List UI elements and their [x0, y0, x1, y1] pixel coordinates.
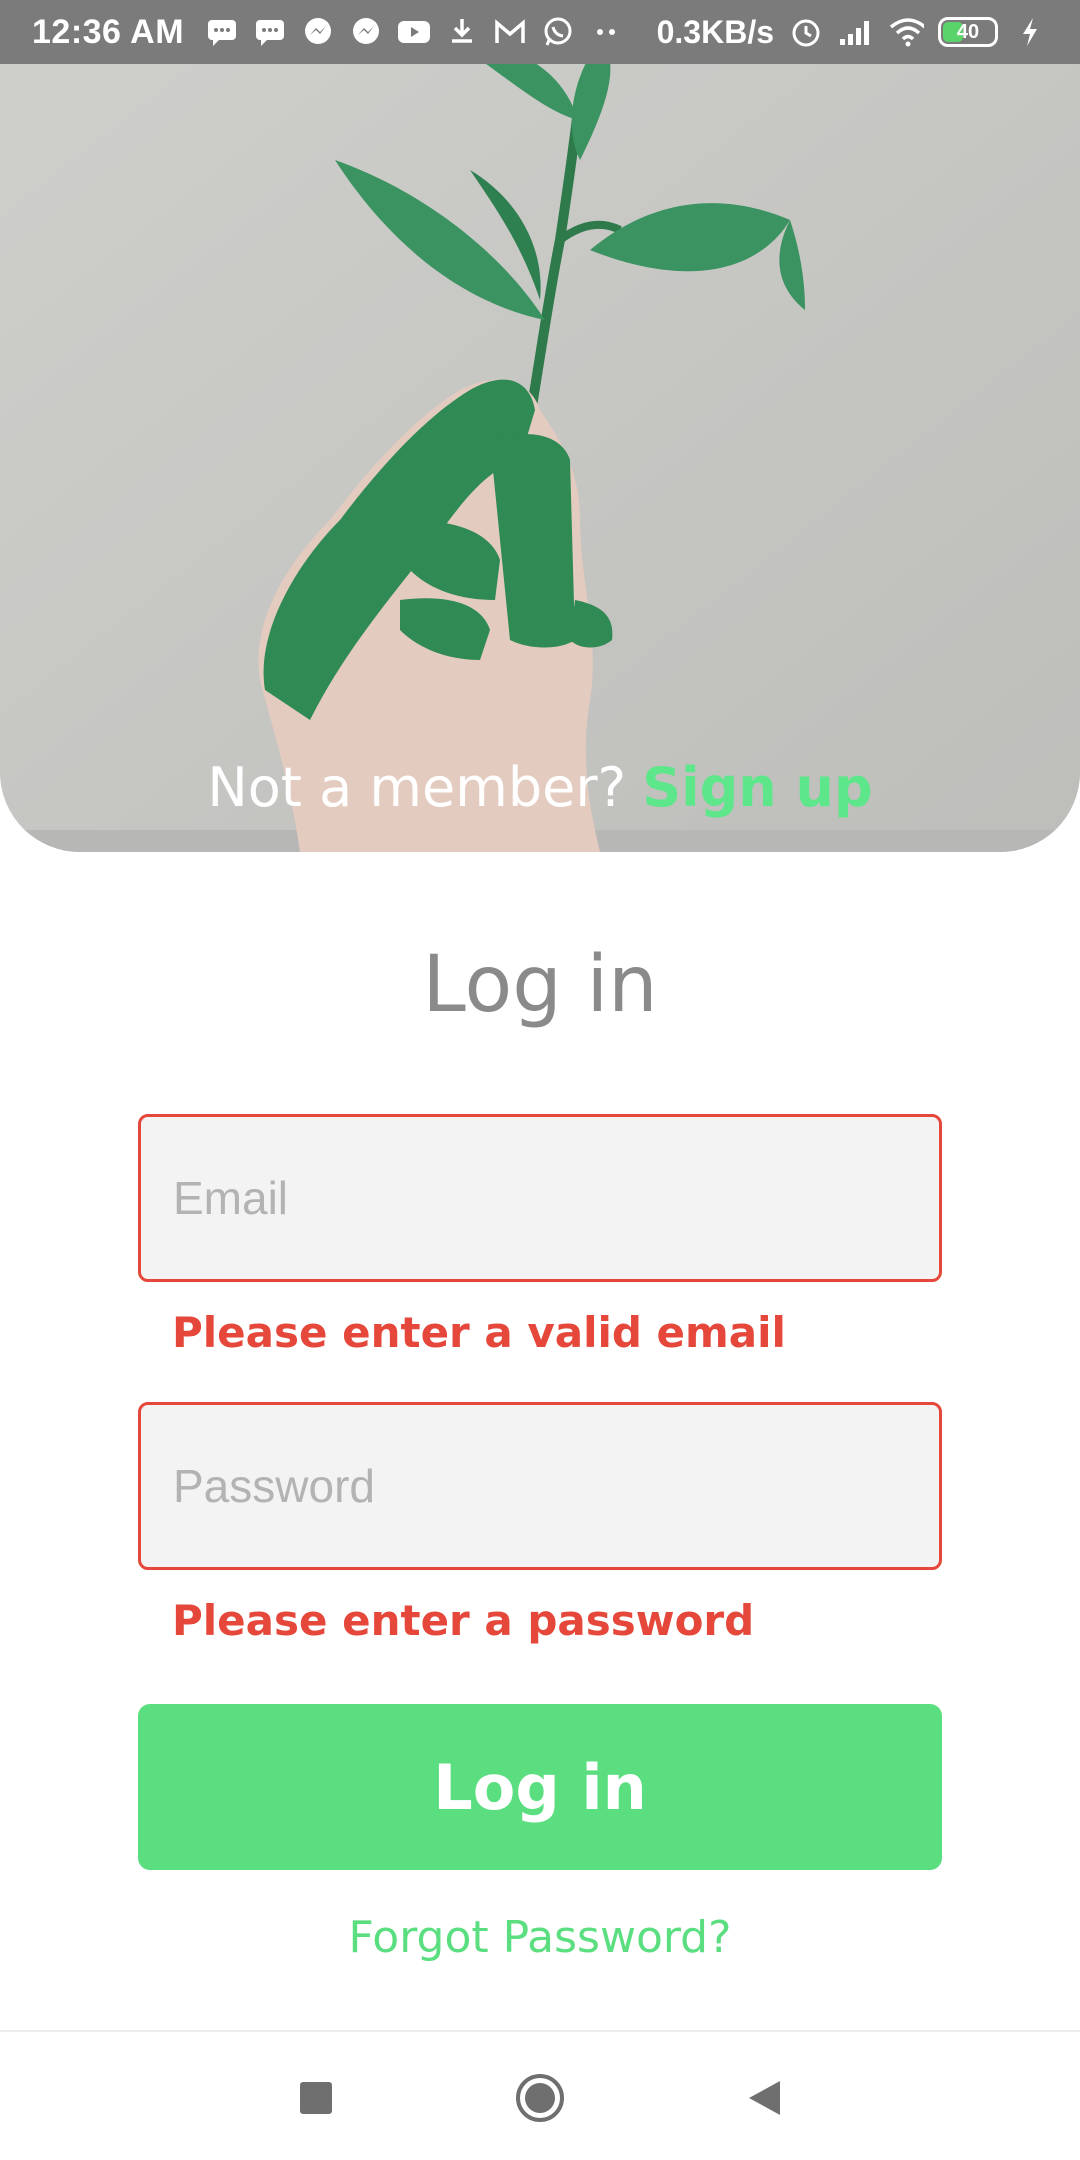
- signup-prompt-text: Not a member?: [207, 756, 627, 819]
- charging-icon: [1012, 14, 1048, 50]
- wifi-icon: [888, 14, 924, 50]
- hero-image: Not a member? Sign up: [0, 0, 1080, 852]
- home-circle-icon[interactable]: [510, 2068, 570, 2128]
- battery-level: 40: [956, 20, 980, 43]
- network-speed: 0.3KB/s: [656, 13, 774, 50]
- back-triangle-icon[interactable]: [734, 2068, 794, 2128]
- hand-holding-plant-illustration: [0, 0, 1080, 852]
- signup-link[interactable]: Sign up: [642, 756, 872, 819]
- signal-icon: [838, 14, 874, 50]
- chat-icon: [204, 14, 240, 50]
- chat-icon: [252, 14, 288, 50]
- forgot-password-link[interactable]: Forgot Password?: [0, 1912, 1080, 1963]
- signup-prompt: Not a member? Sign up: [0, 756, 1080, 819]
- email-field[interactable]: [141, 1117, 939, 1279]
- messenger-icon: [300, 14, 336, 50]
- login-button[interactable]: Log in: [138, 1704, 942, 1870]
- email-field-container: [138, 1114, 942, 1282]
- status-right: 0.3KB/s 40: [657, 14, 1048, 51]
- gmail-icon: [492, 14, 528, 50]
- email-error: Please enter a valid email: [172, 1308, 786, 1357]
- status-time: 12:36 AM: [32, 12, 185, 51]
- notification-icons: [204, 14, 624, 50]
- recents-square-icon[interactable]: [286, 2068, 346, 2128]
- system-nav-bar: [0, 2030, 1080, 2160]
- youtube-icon: [396, 14, 432, 50]
- more-dots-icon: [588, 14, 624, 50]
- download-icon: [444, 14, 480, 50]
- messenger-icon: [348, 14, 384, 50]
- status-bar: 12:36 AM 0.3KB/s 40: [0, 0, 1080, 64]
- battery-icon: 40: [938, 17, 998, 47]
- page-title: Log in: [422, 940, 658, 1030]
- alarm-icon: [788, 14, 824, 50]
- whatsapp-icon: [540, 14, 576, 50]
- password-field[interactable]: [141, 1405, 939, 1567]
- password-error: Please enter a password: [172, 1596, 755, 1645]
- password-field-container: [138, 1402, 942, 1570]
